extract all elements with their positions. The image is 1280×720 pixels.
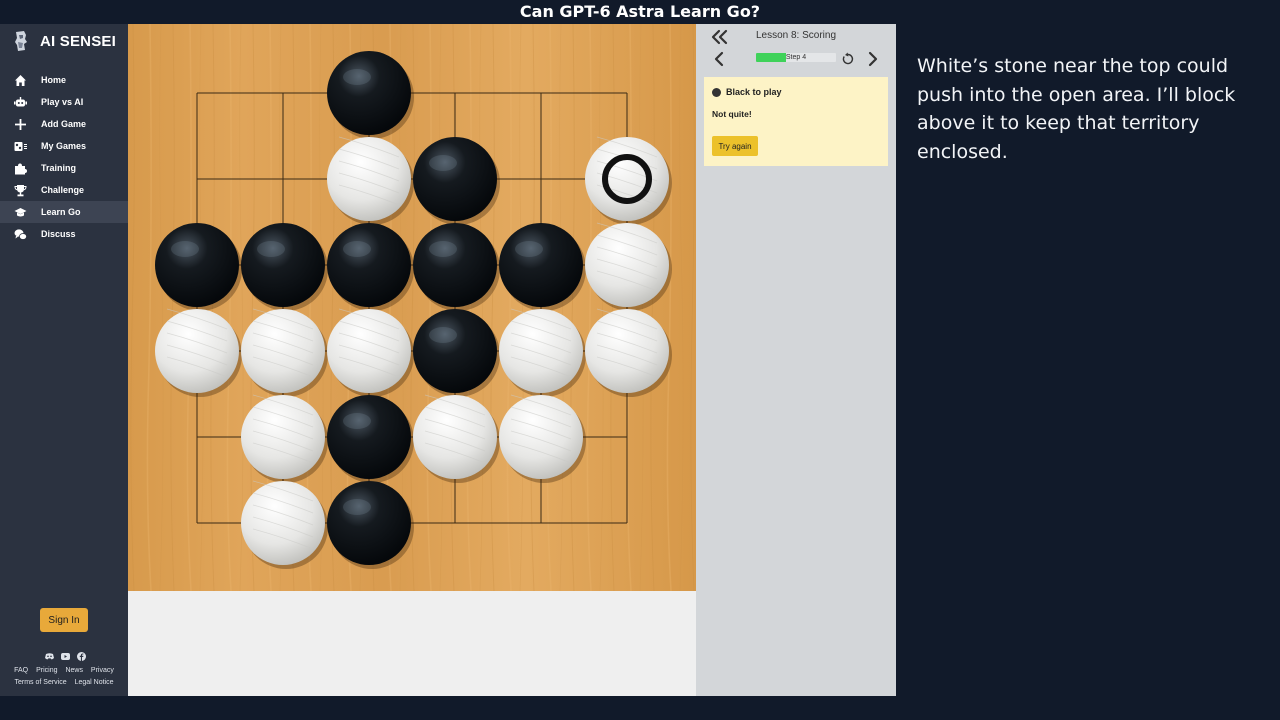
brand-name: AI SENSEI [40, 32, 116, 50]
sidebar-item-play-vs-ai[interactable]: Play vs AI [0, 91, 128, 113]
sidebar-item-label: Learn Go [41, 207, 81, 217]
sidebar-item-label: Home [41, 75, 67, 85]
try-again-button[interactable]: Try again [712, 136, 758, 156]
reset-icon [842, 52, 854, 65]
youtube-icon[interactable] [60, 651, 70, 661]
lesson-panel: Lesson 8: Scoring Step 4 Black to play N… [696, 24, 896, 696]
sidebar-item-label: Discuss [41, 229, 76, 239]
sign-in-button[interactable]: Sign In [40, 608, 88, 632]
pricing-link[interactable]: Pricing [36, 667, 57, 674]
board-area [128, 24, 696, 696]
step-label: Step 4 [785, 54, 807, 61]
sidebar-item-learn-go[interactable]: Learn Go [0, 201, 128, 223]
puzzle-icon [14, 162, 27, 175]
robot-icon [14, 96, 27, 109]
plus-icon [14, 118, 27, 131]
ai-sensei-app: AI SENSEI Home Play vs AI Add Game My Games… [0, 24, 896, 696]
next-step-button[interactable] [866, 51, 880, 67]
lesson-title: Lesson 8: Scoring [755, 30, 837, 41]
sidebar-item-home[interactable]: Home [0, 69, 128, 91]
news-link[interactable]: News [65, 667, 83, 674]
reset-step-button[interactable] [841, 51, 855, 65]
sidebar-nav: Home Play vs AI Add Game My Games Training Ch… [0, 69, 128, 245]
sidebar-item-training[interactable]: Training [0, 157, 128, 179]
graduation-cap-icon [14, 206, 27, 219]
facebook-icon[interactable] [76, 651, 86, 661]
commentary-text: White’s stone near the top could push in… [917, 55, 1236, 163]
double-chevron-left-icon [711, 29, 728, 45]
footer-links: FAQ Pricing News Privacy Terms of Servic… [0, 665, 128, 689]
legal-notice-link[interactable]: Legal Notice [75, 679, 114, 686]
feedback-text: Not quite! [712, 109, 752, 119]
lesson-message-box: Black to play Not quite! Try again [704, 77, 888, 166]
turn-label: Black to play [726, 87, 782, 97]
sidebar-item-label: Training [41, 163, 77, 173]
video-title: Can GPT-6 Astra Learn Go? [519, 2, 761, 21]
sidebar-item-label: Add Game [41, 119, 87, 129]
home-icon [14, 74, 27, 87]
sensei-logo-icon [12, 30, 30, 52]
discord-icon[interactable] [44, 651, 54, 661]
chevron-left-icon [714, 51, 724, 67]
lesson-progress-bar: Step 4 [756, 53, 836, 62]
sidebar-item-my-games[interactable]: My Games [0, 135, 128, 157]
chevron-right-icon [868, 51, 878, 67]
brand-logo[interactable]: AI SENSEI [12, 30, 116, 52]
go-board-svg[interactable] [128, 24, 696, 591]
faq-link[interactable]: FAQ [14, 667, 28, 674]
sidebar-item-label: My Games [41, 141, 87, 151]
sidebar-item-label: Challenge [41, 185, 85, 195]
sidebar-item-discuss[interactable]: Discuss [0, 223, 128, 245]
previous-step-button[interactable] [712, 51, 726, 67]
chat-icon [14, 228, 27, 241]
trophy-icon [14, 184, 27, 197]
collapse-panel-button[interactable] [710, 29, 730, 45]
go-board[interactable] [128, 24, 696, 591]
black-stone-icon [712, 87, 721, 97]
sidebar-item-challenge[interactable]: Challenge [0, 179, 128, 201]
privacy-link[interactable]: Privacy [91, 667, 114, 674]
turn-indicator: Black to play [712, 87, 782, 97]
sidebar-item-label: Play vs AI [41, 97, 84, 107]
sidebar: AI SENSEI Home Play vs AI Add Game My Games… [0, 24, 128, 696]
games-list-icon [14, 140, 27, 153]
sidebar-item-add-game[interactable]: Add Game [0, 113, 128, 135]
terms-link[interactable]: Terms of Service [15, 679, 67, 686]
social-links [44, 651, 86, 661]
